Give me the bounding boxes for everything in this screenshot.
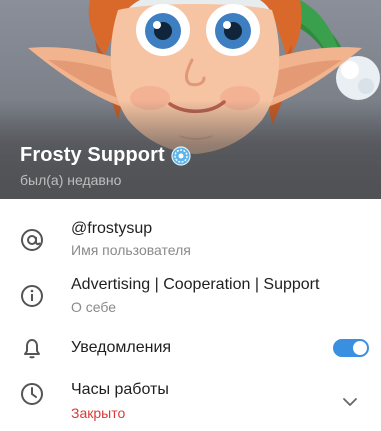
clock-icon [21, 383, 43, 405]
hours-label: Часы работы [71, 381, 169, 398]
notifications-label: Уведомления [71, 339, 172, 356]
chevron-down-icon[interactable] [342, 394, 358, 410]
profile-name: Frosty Support [20, 144, 165, 166]
bell-icon [24, 339, 40, 359]
info-icon [21, 285, 43, 307]
username-value: @frostysup [71, 220, 153, 237]
toggle-knob [353, 341, 367, 355]
profile-status: был(а) недавно [20, 172, 122, 188]
notifications-toggle[interactable] [333, 339, 369, 357]
about-row[interactable]: Advertising | Cooperation | Support О се… [0, 271, 381, 327]
profile-name-row: Frosty Support [20, 144, 191, 167]
about-value: Advertising | Cooperation | Support [71, 276, 320, 293]
verified-badge-icon[interactable] [171, 145, 191, 166]
username-label: Имя пользователя [71, 242, 191, 258]
hours-row[interactable]: Часы работы Закрыто [0, 369, 381, 431]
profile-header: Frosty Support был(а) недавно [0, 0, 381, 199]
about-label: О себе [71, 299, 117, 315]
notifications-row[interactable]: Уведомления [0, 327, 381, 369]
hours-status: Закрыто [71, 405, 126, 421]
username-row[interactable]: @frostysup Имя пользователя [0, 199, 381, 271]
at-icon [21, 229, 43, 251]
